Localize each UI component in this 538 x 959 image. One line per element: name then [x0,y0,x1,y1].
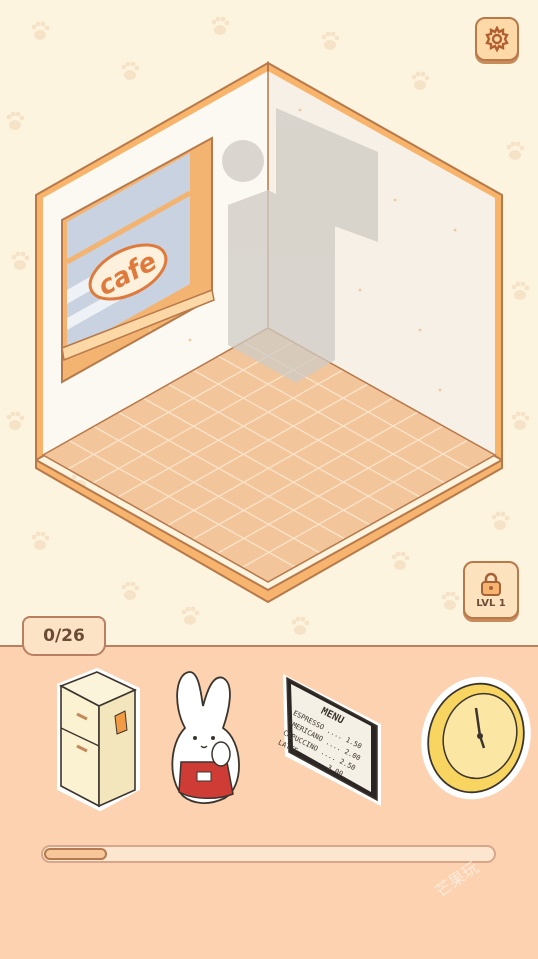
collection-counter-text: 0/26 [43,626,85,646]
room-scene: cafe LVL 1 [0,0,538,645]
collection-counter: 0/26 [22,616,106,656]
item-bunny-barista[interactable] [163,666,251,808]
gear-icon [485,26,509,52]
isometric-room: cafe [35,61,503,604]
wall-clock-icon [421,676,531,800]
level-lock-button[interactable]: LVL 1 [463,561,519,619]
padlock-icon [481,572,501,596]
item-fridge[interactable] [55,667,140,813]
fridge-icon [57,667,140,812]
item-menu-board[interactable]: MENU ESPRESSO .... 1.50 AMERICANO .... 2… [277,668,389,810]
menu-board-icon: MENU ESPRESSO .... 1.50 AMERICANO .... 2… [277,674,381,806]
collection-progress-bar [41,845,496,863]
progress-fill [44,848,107,860]
bunny-barista-icon [171,671,240,804]
lock-level-label: LVL 1 [476,597,506,609]
item-wall-clock[interactable] [418,672,534,806]
settings-button[interactable] [475,17,519,61]
